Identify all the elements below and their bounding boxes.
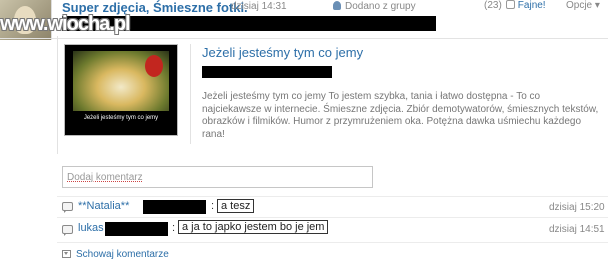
comment-timestamp: dzisiaj 14:51 (549, 224, 605, 235)
comment-separator (57, 196, 608, 197)
added-label: Dodano z grupy (345, 1, 416, 12)
thumbs-up-icon (505, 0, 515, 9)
redaction-bar (143, 200, 206, 214)
options-menu[interactable]: Opcje ▾ (566, 0, 600, 11)
hide-comments-link[interactable]: Schowaj komentarze (62, 249, 169, 260)
comment-text: a tesz (217, 199, 255, 213)
link-description: Jeżeli jesteśmy tym co jemy To jestem sz… (202, 91, 599, 140)
comment-icon (62, 225, 73, 236)
likes-count: (23) (484, 0, 502, 11)
comment-author[interactable]: lukas (78, 222, 104, 234)
link-title[interactable]: Jeżeli jesteśmy tym co jemy (202, 45, 363, 60)
collapse-icon (62, 250, 71, 258)
like-label[interactable]: Fajne! (518, 0, 546, 11)
comment-author[interactable]: **Natalia** (78, 200, 129, 212)
redaction-bar (105, 222, 168, 236)
link-thumbnail[interactable]: Jeżeli jesteśmy tym co jemy (64, 44, 178, 136)
comment-input[interactable]: Dodaj komentarz (62, 166, 373, 188)
post-timestamp: dzisiaj 14:31 (231, 1, 287, 12)
group-icon (333, 1, 341, 10)
added-from-group[interactable]: Dodano z grupy (333, 1, 416, 12)
comment-text: a ja to japko jestem bo je jem (178, 220, 329, 234)
link-preview-card[interactable]: Jeżeli jesteśmy tym co jemy Jeżeli jeste… (57, 36, 608, 154)
card-divider (190, 44, 191, 144)
comment-timestamp: dzisiaj 15:20 (549, 202, 605, 213)
comment-separator (57, 242, 608, 243)
comment-separator (57, 217, 608, 218)
comment-colon: : (211, 200, 215, 212)
thumbnail-caption: Jeżeli jesteśmy tym co jemy (83, 115, 159, 121)
redaction-bar (202, 66, 332, 78)
food-photo (73, 51, 169, 111)
comment-icon (62, 202, 73, 213)
hide-comments-label[interactable]: Schowaj komentarze (76, 249, 169, 260)
like-control[interactable]: (23) Fajne! (484, 0, 546, 11)
comment-colon: : (172, 222, 176, 234)
watermark-text: www.wiocha.pl (0, 13, 131, 35)
comment-placeholder: Dodaj komentarz (67, 172, 143, 183)
